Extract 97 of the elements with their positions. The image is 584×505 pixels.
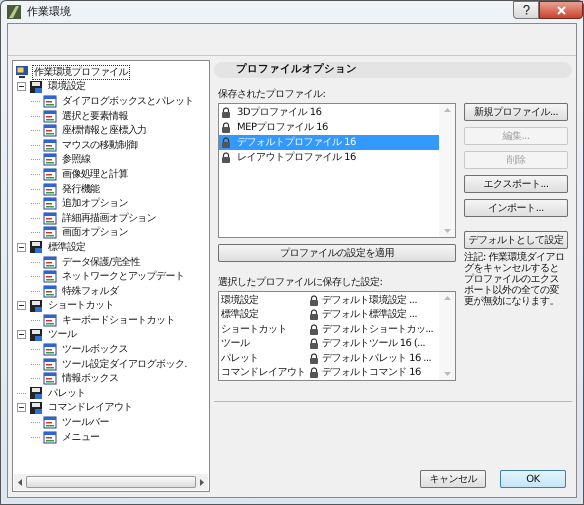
note-text: 注記: 作業環境ダイアログをキャンセルするとプロファイルのエクスポート以外の全ての変更が無効になります。 <box>464 252 566 307</box>
window-icon <box>43 138 57 152</box>
window-icon <box>43 256 57 269</box>
tree-item[interactable]: マウスの移動制御 <box>60 138 140 153</box>
lock-icon <box>309 352 319 364</box>
collapse-toggle[interactable] <box>17 242 26 252</box>
lock-icon <box>309 309 319 320</box>
window-icon <box>43 284 57 298</box>
tree-item[interactable]: 画面オプション <box>60 225 130 240</box>
scroll-right-icon[interactable] <box>200 478 204 486</box>
tree-item[interactable]: 作業環境プロファイル <box>32 64 130 80</box>
profile-action-button[interactable]: 新規プロファイル... <box>464 103 568 121</box>
lock-icon <box>221 137 231 148</box>
window-icon <box>43 372 57 386</box>
close-button[interactable] <box>539 1 583 19</box>
help-button[interactable] <box>513 1 539 19</box>
window-icon <box>43 226 57 240</box>
window-icon <box>43 416 57 430</box>
window-icon <box>43 153 57 166</box>
tree-item[interactable]: ダイアログボックスとパレット <box>60 94 196 109</box>
lock-icon <box>221 152 231 163</box>
window-icon <box>43 124 57 138</box>
table-cell-text: ショートカット <box>220 322 288 337</box>
window-icon <box>43 430 57 444</box>
table-cell-text: デフォルトツール 16 (... <box>322 337 425 352</box>
collapse-toggle[interactable] <box>17 330 26 340</box>
tree-item[interactable]: コマンドレイアウト <box>46 400 135 416</box>
window-icon <box>43 182 57 196</box>
tree-item[interactable]: 環境設定 <box>46 79 88 94</box>
app-icon <box>7 5 21 19</box>
tree-item[interactable]: 座標情報と座標入力 <box>60 123 149 138</box>
table-cell-text: 環境設定 <box>220 294 260 308</box>
dialog-button[interactable]: キャンセル <box>420 470 486 488</box>
table-cell-text: デフォルト環境設定 ... <box>322 294 417 308</box>
tree-item[interactable]: ツールバー <box>60 415 112 430</box>
table-cell-text: パレット <box>220 352 260 366</box>
scroll-left-icon[interactable] <box>18 478 22 486</box>
profile-list-item[interactable]: MEPプロファイル 16 <box>219 120 439 135</box>
lock-icon <box>309 324 319 335</box>
table-cell-text: デフォルトパレット 16 ... <box>322 352 432 366</box>
scroll-thumb[interactable] <box>26 476 196 488</box>
window-icon <box>43 197 57 210</box>
list-label: 選択したプロファイルに保存した設定: <box>218 276 384 289</box>
window-icon <box>43 94 57 108</box>
collapse-toggle[interactable] <box>17 403 26 412</box>
tree-item[interactable]: ツールボックス <box>60 342 130 358</box>
profile-action-button[interactable]: エクスポート... <box>464 175 568 193</box>
section-header: プロファイルオプション <box>214 62 572 78</box>
tree-item[interactable]: キーボードショートカット <box>60 312 177 328</box>
dialog-button[interactable]: OK <box>500 470 566 488</box>
lock-icon <box>309 338 319 350</box>
set-default-button[interactable]: デフォルトとして設定 <box>464 231 568 249</box>
tree-item[interactable]: ショートカット <box>46 298 116 314</box>
tree-item[interactable]: ツール <box>46 327 78 342</box>
window-icon <box>43 343 57 356</box>
table-cell-text: デフォルト標準設定 ... <box>322 308 417 322</box>
tree-item[interactable]: 詳細再描画オプション <box>60 210 158 226</box>
profile-list-item[interactable]: 3Dプロファイル 16 <box>219 105 439 120</box>
lock-icon <box>309 367 319 378</box>
monitor-icon <box>15 65 29 80</box>
tree-item[interactable]: 選択と要素情報 <box>60 108 130 124</box>
close-icon <box>556 6 566 14</box>
tree-item[interactable]: パレット <box>46 386 88 401</box>
window-icon <box>43 168 57 181</box>
window-title: 作業環境 <box>27 4 71 20</box>
apply-profile-button[interactable]: プロファイルの設定を適用 <box>218 244 456 262</box>
window-icon <box>43 212 57 225</box>
tree-item[interactable]: ツール設定ダイアログボック. <box>60 356 189 372</box>
tree-item[interactable]: 特殊フォルダ <box>60 284 120 299</box>
horizontal-scrollbar[interactable] <box>14 474 208 490</box>
lock-icon <box>221 122 231 133</box>
table-cell-text: デフォルトショートカッ... <box>322 322 434 337</box>
window-icon <box>43 314 57 327</box>
tree-item[interactable]: 参照線 <box>60 152 92 168</box>
tree-item[interactable]: 発行機能 <box>60 182 102 197</box>
table-cell-text: 標準設定 <box>220 308 260 322</box>
window-icon <box>43 110 57 123</box>
window-icon <box>43 358 57 371</box>
list-label: 保存されたプロファイル: <box>218 88 326 101</box>
profile-list-item[interactable]: レイアウトプロファイル 16 <box>219 150 439 165</box>
tree-item[interactable]: ネットワークとアップデート <box>60 269 186 284</box>
profile-action-button[interactable]: インポート... <box>464 199 568 217</box>
window-icon <box>43 270 57 284</box>
tree-item[interactable]: メニュー <box>60 430 102 445</box>
collapse-toggle[interactable] <box>17 301 26 310</box>
lock-icon <box>221 107 231 118</box>
tree-item[interactable]: 画像処理と計算 <box>60 166 130 182</box>
tree-item[interactable]: 情報ボックス <box>60 371 120 386</box>
table-cell-text: ツール <box>220 337 251 352</box>
help-icon <box>522 5 530 15</box>
table-cell-text: デフォルトコマンド 16 <box>322 366 421 380</box>
lock-icon <box>309 294 319 306</box>
tree-item[interactable]: データ保護/完全性 <box>60 254 142 270</box>
table-cell-text: コマンドレイアウト <box>220 366 307 380</box>
tree-item[interactable]: 追加オプション <box>60 196 130 212</box>
tree-item[interactable]: 標準設定 <box>46 240 88 255</box>
collapse-toggle[interactable] <box>17 82 26 92</box>
